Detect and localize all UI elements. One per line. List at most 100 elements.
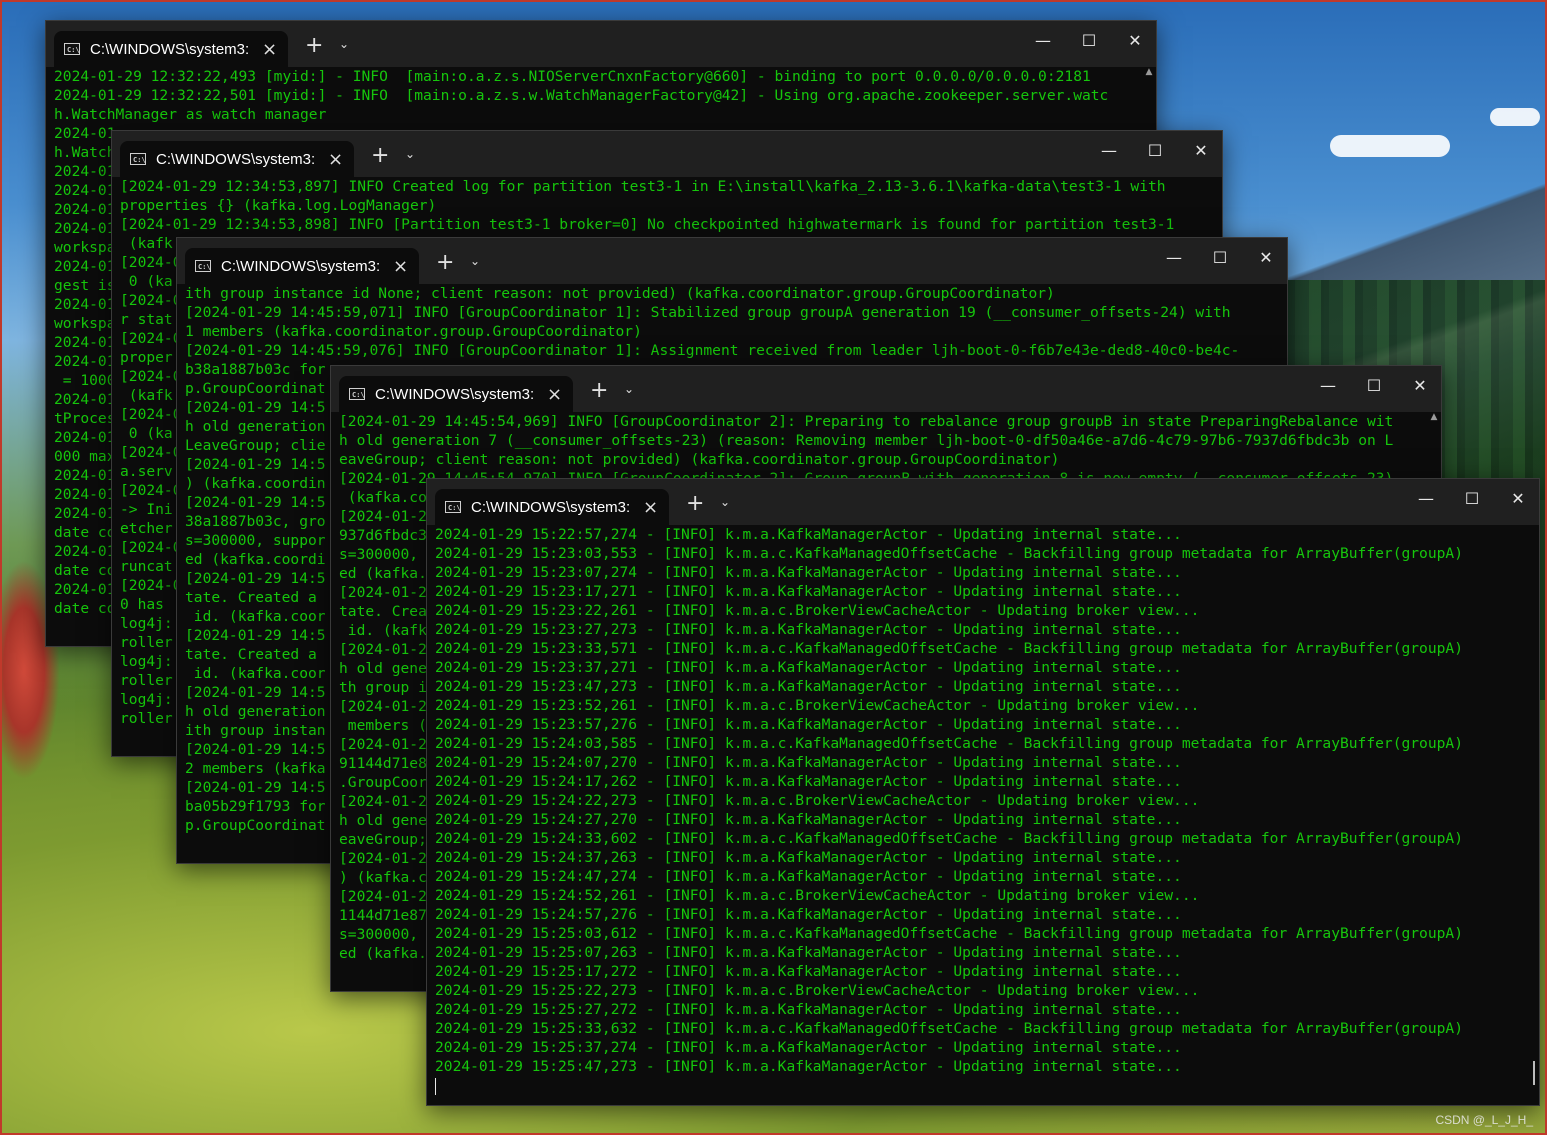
terminal-tab[interactable]: C:\ C:\WINDOWS\system3: ×: [339, 376, 573, 412]
close-tab-icon[interactable]: ×: [547, 384, 562, 405]
scrollbar-thumb[interactable]: [1533, 1061, 1535, 1085]
terminal-tab[interactable]: C:\ C:\WINDOWS\system3: ×: [185, 248, 419, 284]
maximize-button[interactable]: ☐: [1205, 248, 1235, 267]
scroll-up-icon[interactable]: ▲: [1144, 67, 1154, 77]
console-line: 2024-01-29 15:25:22,273 - [INFO] k.m.a.c…: [435, 982, 1200, 999]
console-line: 2024-01-29 12:32:22,493 [myid:] - INFO […: [54, 68, 1091, 85]
scroll-up-icon[interactable]: ▲: [1429, 412, 1439, 422]
console-line: 2024-01-29 15:23:47,273 - [INFO] k.m.a.K…: [435, 678, 1182, 695]
console-line: 2024-01-29 15:24:33,602 - [INFO] k.m.a.c…: [435, 830, 1463, 847]
title-bar[interactable]: C:\ C:\WINDOWS\system3: × + ⌄ — ☐ ✕: [112, 131, 1222, 177]
new-tab-button[interactable]: +: [590, 378, 608, 403]
new-tab-button[interactable]: +: [436, 250, 454, 275]
terminal-tab[interactable]: C:\ C:\WINDOWS\system3: ×: [435, 489, 669, 525]
terminal-tab[interactable]: C:\ C:\WINDOWS\system3: ×: [120, 141, 354, 177]
dropdown-chevron-icon[interactable]: ⌄: [339, 37, 349, 51]
console-line: [2024-01-29 14:45:59,076] INFO [GroupCoo…: [185, 342, 1240, 359]
terminal-icon: C:\: [130, 153, 146, 165]
title-bar[interactable]: C:\ C:\WINDOWS\system3: × + ⌄ — ☐ ✕: [331, 366, 1441, 412]
close-tab-icon[interactable]: ×: [328, 149, 343, 170]
console-line: eaveGroup; client reason: not provided) …: [339, 451, 1060, 468]
console-line: 2024-01-29 15:24:37,263 - [INFO] k.m.a.K…: [435, 849, 1182, 866]
watermark: CSDN @_L_J_H_: [1435, 1113, 1533, 1127]
console-line: [2024-01-29 14:45:59,071] INFO [GroupCoo…: [185, 304, 1231, 321]
prompt-line[interactable]: [435, 1076, 1523, 1095]
terminal-icon: C:\: [64, 43, 80, 55]
terminal-tab[interactable]: C:\ C:\WINDOWS\system3: ×: [54, 31, 288, 67]
text-cursor: [435, 1077, 436, 1095]
console-line: 2024-01-29 15:23:33,571 - [INFO] k.m.a.c…: [435, 640, 1463, 657]
maximize-button[interactable]: ☐: [1140, 141, 1170, 160]
console-line: 2024-01-29 15:25:47,273 - [INFO] k.m.a.K…: [435, 1058, 1182, 1075]
new-tab-button[interactable]: +: [305, 33, 323, 58]
dropdown-chevron-icon[interactable]: ⌄: [405, 147, 415, 161]
title-bar[interactable]: C:\ C:\WINDOWS\system3: × + ⌄ — ☐ ✕: [427, 479, 1539, 525]
close-window-button[interactable]: ✕: [1251, 248, 1281, 267]
console-line: 2024-01-29 15:25:27,272 - [INFO] k.m.a.K…: [435, 1001, 1182, 1018]
close-window-button[interactable]: ✕: [1503, 489, 1533, 508]
close-window-button[interactable]: ✕: [1186, 141, 1216, 160]
console-line: 2024-01-29 15:23:03,553 - [INFO] k.m.a.c…: [435, 545, 1463, 562]
console-line: [2024-01-29 12:34:53,897] INFO Created l…: [120, 178, 1166, 195]
dropdown-chevron-icon[interactable]: ⌄: [470, 254, 480, 268]
console-line: 2024-01-29 15:25:03,612 - [INFO] k.m.a.c…: [435, 925, 1463, 942]
console-line: [2024-01-29 14:45:54,969] INFO [GroupCoo…: [339, 413, 1394, 430]
console-line: 1 members (kafka.coordinator.group.Group…: [185, 323, 642, 340]
dropdown-chevron-icon[interactable]: ⌄: [720, 495, 730, 509]
console-output[interactable]: 2024-01-29 15:22:57,274 - [INFO] k.m.a.K…: [435, 525, 1523, 1105]
terminal-icon: C:\: [349, 388, 365, 400]
console-line: 2024-01-29 15:25:07,263 - [INFO] k.m.a.K…: [435, 944, 1182, 961]
tab-title: C:\WINDOWS\system3:: [156, 150, 316, 168]
console-line: 2024-01-29 15:24:27,270 - [INFO] k.m.a.K…: [435, 811, 1182, 828]
minimize-button[interactable]: —: [1094, 141, 1124, 160]
dropdown-chevron-icon[interactable]: ⌄: [624, 382, 634, 396]
console-line: 2024-01-29 15:24:22,273 - [INFO] k.m.a.c…: [435, 792, 1200, 809]
minimize-button[interactable]: —: [1313, 376, 1343, 395]
console-line: 2024-01-29 15:24:03,585 - [INFO] k.m.a.c…: [435, 735, 1463, 752]
console-line: 2024-01-29 15:24:52,261 - [INFO] k.m.a.c…: [435, 887, 1200, 904]
close-window-button[interactable]: ✕: [1405, 376, 1435, 395]
minimize-button[interactable]: —: [1411, 489, 1441, 508]
minimize-button[interactable]: —: [1159, 248, 1189, 267]
console-line: properties {} (kafka.log.LogManager): [120, 197, 437, 214]
console-line: 2024-01-29 15:23:52,261 - [INFO] k.m.a.c…: [435, 697, 1200, 714]
console-line: 2024-01-29 15:24:17,262 - [INFO] k.m.a.K…: [435, 773, 1182, 790]
title-bar[interactable]: C:\ C:\WINDOWS\system3: × + ⌄ — ☐ ✕: [46, 21, 1156, 67]
new-tab-button[interactable]: +: [686, 491, 704, 516]
title-bar[interactable]: C:\ C:\WINDOWS\system3: × + ⌄ — ☐ ✕: [177, 238, 1287, 284]
console-line: h old generation 7 (__consumer_offsets-2…: [339, 432, 1394, 449]
tab-title: C:\WINDOWS\system3:: [471, 498, 631, 516]
console-line: 2024-01-29 15:24:07,270 - [INFO] k.m.a.K…: [435, 754, 1182, 771]
close-window-button[interactable]: ✕: [1120, 31, 1150, 50]
minimize-button[interactable]: —: [1028, 31, 1058, 50]
maximize-button[interactable]: ☐: [1074, 31, 1104, 50]
tab-title: C:\WINDOWS\system3:: [375, 385, 535, 403]
close-tab-icon[interactable]: ×: [262, 39, 277, 60]
terminal-icon: C:\: [445, 501, 461, 513]
maximize-button[interactable]: ☐: [1359, 376, 1389, 395]
terminal-window-5[interactable]: C:\ C:\WINDOWS\system3: × + ⌄ — ☐ ✕ 2024…: [426, 478, 1540, 1106]
close-tab-icon[interactable]: ×: [643, 497, 658, 518]
wallpaper-cloud: [1490, 108, 1540, 126]
maximize-button[interactable]: ☐: [1457, 489, 1487, 508]
tab-title: C:\WINDOWS\system3:: [90, 40, 250, 58]
console-line: [2024-01-29 12:34:53,898] INFO [Partitio…: [120, 216, 1175, 233]
console-line: 2024-01-29 15:23:17,271 - [INFO] k.m.a.K…: [435, 583, 1182, 600]
console-line: 2024-01-29 15:22:57,274 - [INFO] k.m.a.K…: [435, 526, 1182, 543]
console-line: 2024-01-29 15:23:22,261 - [INFO] k.m.a.c…: [435, 602, 1200, 619]
wallpaper-cloud: [1330, 135, 1450, 157]
console-line: 2024-01-29 15:25:33,632 - [INFO] k.m.a.c…: [435, 1020, 1463, 1037]
new-tab-button[interactable]: +: [371, 143, 389, 168]
close-tab-icon[interactable]: ×: [393, 256, 408, 277]
console-line: ith group instance id None; client reaso…: [185, 285, 1055, 302]
console-line: 2024-01-29 15:25:17,272 - [INFO] k.m.a.K…: [435, 963, 1182, 980]
console-line: 2024-01-29 15:23:07,274 - [INFO] k.m.a.K…: [435, 564, 1182, 581]
console-line: 2024-01-29 15:23:27,273 - [INFO] k.m.a.K…: [435, 621, 1182, 638]
console-line: 2024-01-29 15:23:57,276 - [INFO] k.m.a.K…: [435, 716, 1182, 733]
console-line: 2024-01-29 15:24:47,274 - [INFO] k.m.a.K…: [435, 868, 1182, 885]
console-line: 2024-01-29 15:23:37,271 - [INFO] k.m.a.K…: [435, 659, 1182, 676]
console-line: 2024-01-29 15:25:37,274 - [INFO] k.m.a.K…: [435, 1039, 1182, 1056]
console-line: h.WatchManager as watch manager: [54, 106, 327, 123]
tab-title: C:\WINDOWS\system3:: [221, 257, 381, 275]
console-line: 2024-01-29 12:32:22,501 [myid:] - INFO […: [54, 87, 1109, 104]
